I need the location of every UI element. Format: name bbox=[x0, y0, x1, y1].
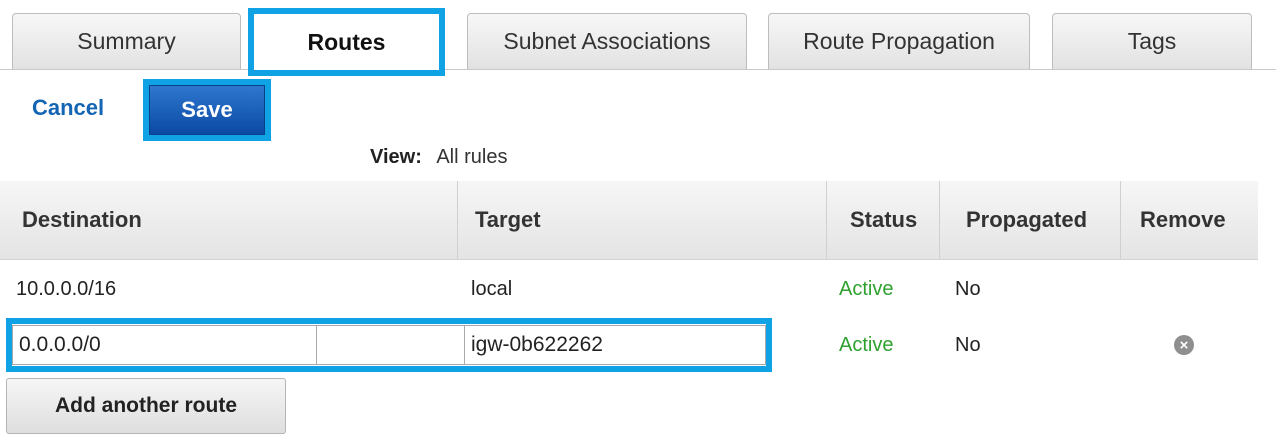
save-button[interactable]: Save bbox=[149, 85, 265, 135]
row-status: Active bbox=[839, 277, 894, 300]
view-selector[interactable]: All rules bbox=[436, 146, 507, 168]
save-highlight: Save bbox=[143, 79, 271, 141]
table-row: 10.0.0.0/16 local Active No bbox=[0, 260, 1258, 318]
header-remove: Remove bbox=[1140, 207, 1226, 232]
edit-row-propagated: No bbox=[955, 333, 981, 356]
destination-input[interactable] bbox=[12, 325, 317, 365]
tab-bar: Summary Routes Subnet Associations Route… bbox=[0, 0, 1276, 76]
tab-bar-divider bbox=[0, 69, 1276, 70]
tab-summary[interactable]: Summary bbox=[12, 13, 241, 69]
header-propagated: Propagated bbox=[966, 207, 1088, 232]
table-header: Destination Target Status Propagated Rem… bbox=[0, 181, 1258, 260]
row-propagated: No bbox=[955, 277, 981, 300]
row-destination: 10.0.0.0/16 bbox=[16, 277, 117, 300]
cancel-link[interactable]: Cancel bbox=[32, 95, 104, 121]
routes-table: Destination Target Status Propagated Rem… bbox=[0, 181, 1258, 318]
view-filter: View: All rules bbox=[370, 146, 507, 169]
column-divider bbox=[1120, 181, 1121, 259]
tab-route-propagation[interactable]: Route Propagation bbox=[768, 13, 1030, 69]
tab-routes[interactable]: Routes bbox=[248, 8, 445, 76]
remove-circle-x-icon[interactable]: × bbox=[1174, 335, 1194, 355]
header-target: Target bbox=[475, 207, 541, 232]
tab-subnet-associations[interactable]: Subnet Associations bbox=[467, 13, 747, 69]
view-label: View: bbox=[370, 146, 422, 168]
target-input[interactable] bbox=[464, 325, 766, 365]
tab-tags[interactable]: Tags bbox=[1052, 13, 1252, 69]
column-divider bbox=[826, 181, 827, 259]
header-destination: Destination bbox=[22, 207, 142, 232]
column-divider bbox=[457, 181, 458, 259]
column-divider bbox=[939, 181, 940, 259]
destination-input-extra[interactable] bbox=[316, 325, 465, 365]
add-another-route-button[interactable]: Add another route bbox=[6, 378, 286, 434]
edit-row-status: Active bbox=[839, 333, 894, 356]
header-status: Status bbox=[850, 207, 918, 232]
row-target: local bbox=[471, 277, 513, 300]
